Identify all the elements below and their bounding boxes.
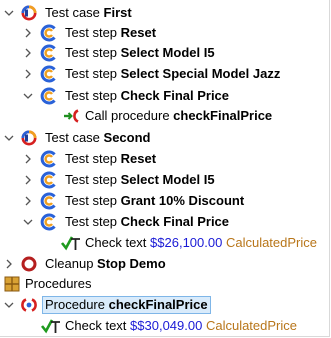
check-value-label: $$30,049.00 — [130, 318, 203, 333]
tree-node-check-text[interactable]: Check text $$30,049.00 CalculatedPrice — [0, 316, 329, 336]
node-type-label: Test step — [65, 25, 121, 40]
test-case-icon — [20, 4, 38, 22]
test-step-icon — [40, 65, 58, 83]
node-name-label: Check Final Price — [120, 88, 230, 103]
test-step-icon — [40, 213, 58, 231]
cleanup-icon — [20, 255, 38, 273]
node-name-label: Reset — [120, 151, 157, 166]
check-text-icon — [40, 317, 62, 335]
test-step-icon — [40, 192, 58, 210]
node-type-label: Test step — [65, 66, 121, 81]
procedures-label: Procedures — [25, 276, 92, 291]
node-name-label: Stop Demo — [97, 256, 166, 271]
test-step-icon — [40, 44, 58, 62]
node-name-label: Reset — [120, 25, 157, 40]
selection-highlight: Procedure checkFinalPrice — [42, 296, 211, 314]
component-id-label: CalculatedPrice — [225, 235, 317, 250]
test-case-icon — [20, 129, 38, 147]
node-name-label: Second — [103, 130, 151, 145]
test-suite-tree[interactable]: Test case First Test step Reset Test ste… — [0, 0, 330, 337]
node-name-label: Check Final Price — [120, 214, 230, 229]
tree-node-cleanup[interactable]: Cleanup Stop Demo — [0, 254, 329, 274]
node-type-label: Test step — [65, 214, 121, 229]
node-type-label: Test step — [65, 88, 121, 103]
node-type-label: Cleanup — [45, 256, 98, 271]
chevron-right-icon[interactable] — [23, 154, 33, 164]
node-type-label: Test case — [45, 5, 104, 20]
chevron-down-icon[interactable] — [4, 300, 14, 310]
chevron-right-icon[interactable] — [23, 28, 33, 38]
procedures-package-icon — [3, 275, 21, 293]
tree-node-procedures[interactable]: Procedures — [0, 274, 329, 294]
check-text-icon — [60, 234, 82, 252]
node-name-label: Grant 10% Discount — [120, 193, 245, 208]
tree-node-test-step[interactable]: Test step Reset — [0, 23, 329, 43]
test-step-icon — [40, 171, 58, 189]
tree-node-test-step[interactable]: Test step Select Special Model Jazz — [0, 64, 329, 84]
node-name-label: Select Special Model Jazz — [120, 66, 281, 81]
node-type-label: Test case — [45, 130, 104, 145]
tree-node-call-procedure[interactable]: Call procedure checkFinalPrice — [0, 106, 329, 126]
tree-node-procedure[interactable]: Procedure checkFinalPrice — [0, 295, 329, 315]
node-name-label: checkFinalPrice — [173, 108, 273, 123]
chevron-right-icon[interactable] — [23, 196, 33, 206]
call-procedure-icon — [63, 107, 81, 125]
chevron-right-icon[interactable] — [23, 48, 33, 58]
node-type-label: Check text — [65, 318, 131, 333]
tree-node-test-step[interactable]: Test step Reset — [0, 149, 329, 169]
procedure-icon — [20, 296, 38, 314]
test-step-icon — [40, 150, 58, 168]
tree-node-test-case-second[interactable]: Test case Second — [0, 128, 329, 148]
test-step-icon — [40, 87, 58, 105]
tree-node-test-step[interactable]: Test step Check Final Price — [0, 212, 329, 232]
node-name-label: First — [103, 5, 132, 20]
chevron-down-icon[interactable] — [4, 8, 14, 18]
tree-node-test-step[interactable]: Test step Check Final Price — [0, 86, 329, 106]
tree-node-check-text[interactable]: Check text $$26,100.00 CalculatedPrice — [0, 233, 329, 253]
node-type-label: Test step — [65, 151, 121, 166]
node-type-label: Procedure — [45, 297, 109, 312]
tree-node-test-case-first[interactable]: Test case First — [0, 3, 329, 23]
chevron-right-icon[interactable] — [4, 259, 14, 269]
tree-node-test-step[interactable]: Test step Select Model I5 — [0, 43, 329, 63]
node-type-label: Check text — [85, 235, 151, 250]
chevron-down-icon[interactable] — [23, 91, 33, 101]
node-type-label: Call procedure — [85, 108, 174, 123]
chevron-right-icon[interactable] — [23, 175, 33, 185]
node-name-label: Select Model I5 — [120, 45, 215, 60]
node-type-label: Test step — [65, 172, 121, 187]
tree-node-test-step[interactable]: Test step Grant 10% Discount — [0, 191, 329, 211]
component-id-label: CalculatedPrice — [205, 318, 297, 333]
chevron-down-icon[interactable] — [23, 217, 33, 227]
check-value-label: $$26,100.00 — [150, 235, 223, 250]
chevron-right-icon[interactable] — [23, 69, 33, 79]
tree-node-test-step[interactable]: Test step Select Model I5 — [0, 170, 329, 190]
node-type-label: Test step — [65, 193, 121, 208]
chevron-down-icon[interactable] — [4, 133, 14, 143]
node-type-label: Test step — [65, 45, 121, 60]
test-step-icon — [40, 24, 58, 42]
node-name-label: Select Model I5 — [120, 172, 215, 187]
node-name-label: checkFinalPrice — [108, 297, 208, 312]
